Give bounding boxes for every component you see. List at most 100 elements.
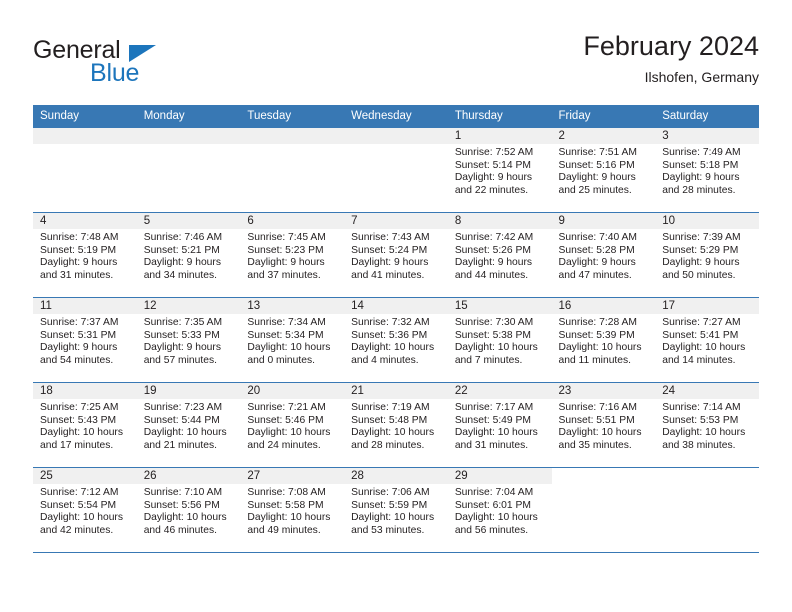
calendar-day-cell[interactable]: 18 Sunrise: 7:25 AM Sunset: 5:43 PM Dayligh… [33,382,137,468]
day-cell-content: 29 Sunrise: 7:04 AM Sunset: 6:01 PM Dayligh… [447,468,552,552]
daylight-text: Daylight: 9 hours [143,342,221,354]
day-cell-content [344,128,448,212]
day-number: 23 [551,383,656,399]
day-cell-content: 23 Sunrise: 7:16 AM Sunset: 5:51 PM Dayligh… [551,383,656,467]
calendar-day-cell[interactable]: 8 Sunrise: 7:42 AM Sunset: 5:26 PM Daylight… [447,212,552,298]
day-details: Sunrise: 7:12 AM Sunset: 5:54 PM Daylight:… [33,484,137,537]
day-cell-content: 13 Sunrise: 7:34 AM Sunset: 5:34 PM Dayligh… [240,298,345,382]
day-details: Sunrise: 7:39 AM Sunset: 5:29 PM Daylight:… [655,229,759,282]
sunrise-text: Sunrise: 7:40 AM [558,232,637,243]
day-details: Sunrise: 7:10 AM Sunset: 5:56 PM Daylight:… [137,484,241,537]
calendar-day-cell[interactable]: 5 Sunrise: 7:46 AM Sunset: 5:21 PM Daylight… [136,212,241,298]
sunset-text: Sunset: 5:58 PM [247,499,324,511]
calendar-day-cell[interactable]: 19 Sunrise: 7:23 AM Sunset: 5:44 PM Dayligh… [136,382,241,468]
daylight-text-cont: and 37 minutes. [247,269,321,281]
sunset-text: Sunset: 5:54 PM [40,499,117,511]
weekday-header-friday: Friday [551,105,656,128]
calendar-day-cell[interactable]: 23 Sunrise: 7:16 AM Sunset: 5:51 PM Dayligh… [551,382,656,468]
calendar-day-cell[interactable]: 13 Sunrise: 7:34 AM Sunset: 5:34 PM Dayligh… [240,297,345,383]
daylight-text: Daylight: 9 hours [143,257,221,269]
daylight-text-cont: and 54 minutes. [40,354,114,366]
sunset-text: Sunset: 5:34 PM [247,329,324,341]
daylight-text: Daylight: 10 hours [662,427,746,439]
calendar-day-cell[interactable]: 25 Sunrise: 7:12 AM Sunset: 5:54 PM Dayligh… [33,467,137,553]
sunrise-text: Sunrise: 7:17 AM [454,402,534,413]
calendar-day-cell[interactable]: 9 Sunrise: 7:40 AM Sunset: 5:28 PM Daylight… [551,212,656,298]
logo-text-blue: Blue [90,59,140,87]
calendar-day-cell[interactable]: 17 Sunrise: 7:27 AM Sunset: 5:41 PM Dayligh… [655,297,759,383]
calendar-day-cell[interactable]: 16 Sunrise: 7:28 AM Sunset: 5:39 PM Dayligh… [551,297,656,383]
sunrise-text: Sunrise: 7:42 AM [454,232,534,243]
title-block: February 2024 Ilshofen, Germany [583,30,759,87]
calendar-day-cell[interactable]: 24 Sunrise: 7:14 AM Sunset: 5:53 PM Dayligh… [655,382,759,468]
calendar-week-row: 18 Sunrise: 7:25 AM Sunset: 5:43 PM Dayligh… [33,382,759,468]
calendar-day-cell[interactable]: 10 Sunrise: 7:39 AM Sunset: 5:29 PM Dayligh… [655,212,759,298]
calendar-day-cell[interactable]: 29 Sunrise: 7:04 AM Sunset: 6:01 PM Dayligh… [447,467,552,553]
daylight-text: Daylight: 10 hours [247,427,331,439]
calendar-day-cell[interactable]: 6 Sunrise: 7:45 AM Sunset: 5:23 PM Daylight… [240,212,345,298]
calendar-day-cell[interactable]: 26 Sunrise: 7:10 AM Sunset: 5:56 PM Dayligh… [136,467,241,553]
day-details: Sunrise: 7:08 AM Sunset: 5:58 PM Daylight:… [240,484,344,537]
daylight-text-cont: and 44 minutes. [454,269,529,281]
sunrise-text: Sunrise: 7:51 AM [558,147,637,158]
daylight-text-cont: and 41 minutes. [351,269,425,281]
calendar-page: General Blue February 2024 Ilshofen, Ger… [0,0,792,612]
day-cell-content: 27 Sunrise: 7:08 AM Sunset: 5:58 PM Dayligh… [240,468,345,552]
calendar-day-cell[interactable]: 4 Sunrise: 7:48 AM Sunset: 5:19 PM Daylight… [33,212,137,298]
day-number: 27 [240,468,345,484]
day-cell-content: 6 Sunrise: 7:45 AM Sunset: 5:23 PM Daylight… [240,213,345,297]
daylight-text: Daylight: 10 hours [558,427,642,439]
calendar-day-cell[interactable]: 3 Sunrise: 7:49 AM Sunset: 5:18 PM Daylight… [655,128,759,213]
day-number [33,128,137,144]
daylight-text-cont: and 31 minutes. [454,439,529,451]
day-cell-content: 25 Sunrise: 7:12 AM Sunset: 5:54 PM Dayligh… [33,468,137,552]
sunset-text: Sunset: 5:26 PM [454,244,531,256]
day-number: 7 [344,213,448,229]
calendar-day-cell[interactable]: 15 Sunrise: 7:30 AM Sunset: 5:38 PM Dayligh… [447,297,552,383]
calendar-empty-cell [551,467,656,553]
daylight-text-cont: and 53 minutes. [351,524,425,536]
sunset-text: Sunset: 5:33 PM [143,329,220,341]
day-number: 6 [240,213,345,229]
daylight-text: Daylight: 10 hours [40,512,123,524]
day-number: 24 [655,383,759,399]
calendar-day-cell[interactable]: 14 Sunrise: 7:32 AM Sunset: 5:36 PM Dayligh… [344,297,448,383]
day-details: Sunrise: 7:40 AM Sunset: 5:28 PM Daylight:… [552,229,656,282]
calendar-day-cell[interactable]: 22 Sunrise: 7:17 AM Sunset: 5:49 PM Dayligh… [447,382,552,468]
day-number: 19 [136,383,241,399]
sunset-text: Sunset: 5:28 PM [558,244,635,256]
day-number: 29 [447,468,552,484]
calendar-day-cell[interactable]: 12 Sunrise: 7:35 AM Sunset: 5:33 PM Dayligh… [136,297,241,383]
day-details: Sunrise: 7:17 AM Sunset: 5:49 PM Daylight:… [448,399,552,452]
daylight-text-cont: and 56 minutes. [454,524,529,536]
daylight-text: Daylight: 10 hours [662,342,746,354]
daylight-text: Daylight: 9 hours [558,257,636,269]
sunrise-text: Sunrise: 7:14 AM [662,402,741,413]
calendar-day-cell[interactable]: 2 Sunrise: 7:51 AM Sunset: 5:16 PM Daylight… [551,128,656,213]
day-details: Sunrise: 7:30 AM Sunset: 5:38 PM Daylight:… [448,314,552,367]
calendar-day-cell[interactable]: 21 Sunrise: 7:19 AM Sunset: 5:48 PM Dayligh… [344,382,448,468]
daylight-text-cont: and 25 minutes. [558,184,632,196]
calendar-week-row: 11 Sunrise: 7:37 AM Sunset: 5:31 PM Dayligh… [33,297,759,383]
sunset-text: Sunset: 5:29 PM [662,244,739,256]
sunset-text: Sunset: 5:51 PM [558,414,635,426]
sunrise-text: Sunrise: 7:10 AM [143,487,223,498]
daylight-text-cont: and 49 minutes. [247,524,321,536]
calendar-day-cell[interactable]: 1 Sunrise: 7:52 AM Sunset: 5:14 PM Daylight… [447,128,552,213]
day-details: Sunrise: 7:19 AM Sunset: 5:48 PM Daylight:… [344,399,448,452]
sunrise-text: Sunrise: 7:39 AM [662,232,741,243]
calendar-day-cell[interactable]: 27 Sunrise: 7:08 AM Sunset: 5:58 PM Dayligh… [240,467,345,553]
calendar-day-cell[interactable]: 28 Sunrise: 7:06 AM Sunset: 5:59 PM Dayligh… [344,467,448,553]
day-number: 4 [33,213,137,229]
calendar-day-cell[interactable]: 11 Sunrise: 7:37 AM Sunset: 5:31 PM Dayligh… [33,297,137,383]
day-details: Sunrise: 7:43 AM Sunset: 5:24 PM Daylight:… [344,229,448,282]
day-details: Sunrise: 7:16 AM Sunset: 5:51 PM Daylight:… [552,399,656,452]
daylight-text-cont: and 0 minutes. [247,354,315,366]
day-number: 5 [136,213,241,229]
calendar-day-cell[interactable]: 7 Sunrise: 7:43 AM Sunset: 5:24 PM Daylight… [344,212,448,298]
daylight-text-cont: and 17 minutes. [40,439,114,451]
sunset-text: Sunset: 5:21 PM [143,244,220,256]
day-number: 28 [344,468,448,484]
calendar-day-cell[interactable]: 20 Sunrise: 7:21 AM Sunset: 5:46 PM Dayligh… [240,382,345,468]
weekday-header-tuesday: Tuesday [240,105,345,128]
